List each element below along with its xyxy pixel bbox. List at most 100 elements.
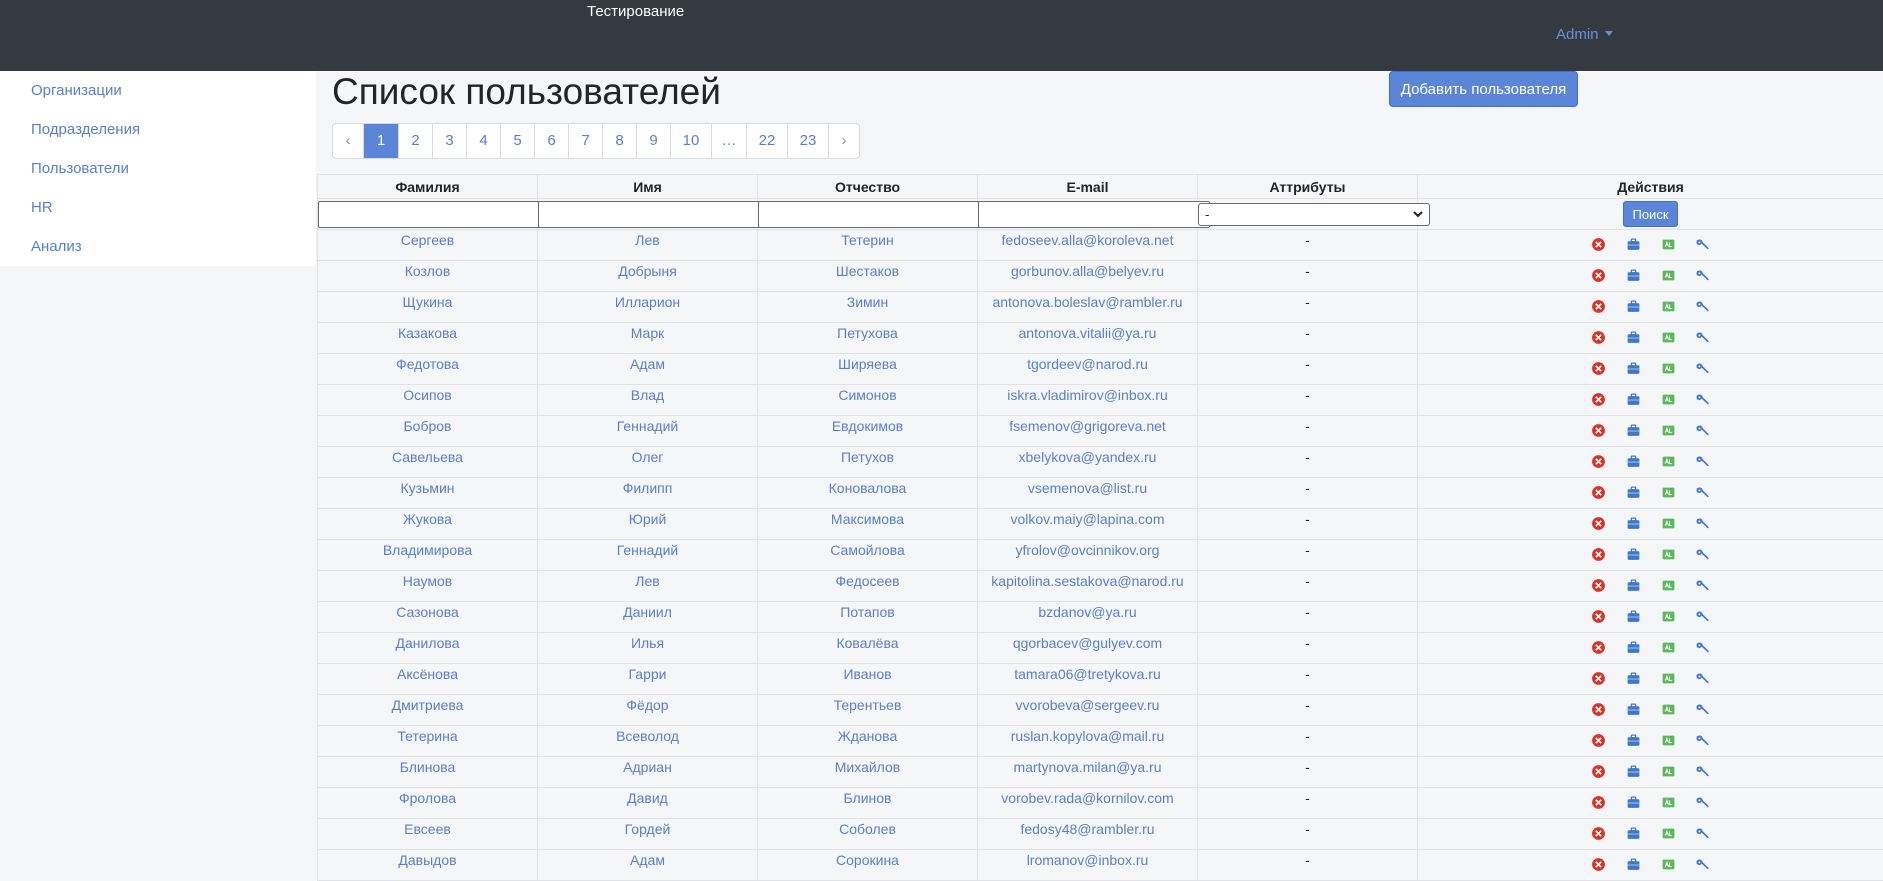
cell-last-name[interactable]: Савельева bbox=[318, 447, 538, 478]
wrench-icon[interactable] bbox=[1696, 454, 1711, 469]
cell-middle-name[interactable]: Ширяева bbox=[758, 354, 978, 385]
pagination-next[interactable]: › bbox=[828, 124, 859, 158]
briefcase-icon[interactable] bbox=[1626, 640, 1641, 655]
cell-last-name[interactable]: Блинова bbox=[318, 757, 538, 788]
cell-last-name[interactable]: Сергеев bbox=[318, 230, 538, 261]
cell-first-name[interactable]: Олег bbox=[538, 447, 758, 478]
cell-last-name[interactable]: Сазонова bbox=[318, 602, 538, 633]
wrench-icon[interactable] bbox=[1696, 237, 1711, 252]
document-icon[interactable] bbox=[1661, 485, 1676, 500]
cell-middle-name[interactable]: Максимова bbox=[758, 509, 978, 540]
cell-middle-name[interactable]: Евдокимов bbox=[758, 416, 978, 447]
cell-middle-name[interactable]: Петухова bbox=[758, 323, 978, 354]
cell-middle-name[interactable]: Потапов bbox=[758, 602, 978, 633]
cell-email[interactable]: fedoseev.alla@koroleva.net bbox=[978, 230, 1198, 261]
cell-first-name[interactable]: Адриан bbox=[538, 757, 758, 788]
page-link-7[interactable]: 7 bbox=[568, 124, 602, 158]
column-header-last-name[interactable]: Фамилия bbox=[318, 175, 538, 199]
page-link-3[interactable]: 3 bbox=[432, 124, 466, 158]
briefcase-icon[interactable] bbox=[1626, 609, 1641, 624]
wrench-icon[interactable] bbox=[1696, 423, 1711, 438]
delete-icon[interactable] bbox=[1591, 640, 1606, 655]
cell-middle-name[interactable]: Михайлов bbox=[758, 757, 978, 788]
wrench-icon[interactable] bbox=[1696, 299, 1711, 314]
cell-middle-name[interactable]: Коновалова bbox=[758, 478, 978, 509]
document-icon[interactable] bbox=[1661, 826, 1676, 841]
wrench-icon[interactable] bbox=[1696, 609, 1711, 624]
cell-email[interactable]: qgorbacev@gulyev.com bbox=[978, 633, 1198, 664]
cell-first-name[interactable]: Филипп bbox=[538, 478, 758, 509]
delete-icon[interactable] bbox=[1591, 764, 1606, 779]
delete-icon[interactable] bbox=[1591, 733, 1606, 748]
delete-icon[interactable] bbox=[1591, 702, 1606, 717]
first-name-filter-input[interactable] bbox=[538, 201, 770, 228]
column-header-middle-name[interactable]: Отчество bbox=[758, 175, 978, 199]
briefcase-icon[interactable] bbox=[1626, 733, 1641, 748]
cell-middle-name[interactable]: Ковалёва bbox=[758, 633, 978, 664]
briefcase-icon[interactable] bbox=[1626, 547, 1641, 562]
wrench-icon[interactable] bbox=[1696, 733, 1711, 748]
sidebar-item-departments[interactable]: Подразделения bbox=[31, 121, 140, 138]
delete-icon[interactable] bbox=[1591, 857, 1606, 872]
cell-email[interactable]: ruslan.kopylova@mail.ru bbox=[978, 726, 1198, 757]
document-icon[interactable] bbox=[1661, 733, 1676, 748]
page-link-9[interactable]: 9 bbox=[636, 124, 670, 158]
cell-middle-name[interactable]: Жданова bbox=[758, 726, 978, 757]
document-icon[interactable] bbox=[1661, 857, 1676, 872]
document-icon[interactable] bbox=[1661, 764, 1676, 779]
cell-last-name[interactable]: Аксёнова bbox=[318, 664, 538, 695]
cell-first-name[interactable]: Даниил bbox=[538, 602, 758, 633]
briefcase-icon[interactable] bbox=[1626, 330, 1641, 345]
wrench-icon[interactable] bbox=[1696, 516, 1711, 531]
wrench-icon[interactable] bbox=[1696, 361, 1711, 376]
briefcase-icon[interactable] bbox=[1626, 857, 1641, 872]
cell-last-name[interactable]: Давыдов bbox=[318, 850, 538, 881]
page-link-4[interactable]: 4 bbox=[466, 124, 500, 158]
cell-last-name[interactable]: Казакова bbox=[318, 323, 538, 354]
cell-first-name[interactable]: Адам bbox=[538, 354, 758, 385]
cell-email[interactable]: antonova.vitalii@ya.ru bbox=[978, 323, 1198, 354]
delete-icon[interactable] bbox=[1591, 361, 1606, 376]
cell-email[interactable]: volkov.maiy@lapina.com bbox=[978, 509, 1198, 540]
delete-icon[interactable] bbox=[1591, 392, 1606, 407]
wrench-icon[interactable] bbox=[1696, 702, 1711, 717]
document-icon[interactable] bbox=[1661, 671, 1676, 686]
document-icon[interactable] bbox=[1661, 702, 1676, 717]
page-link-10[interactable]: 10 bbox=[670, 124, 711, 158]
cell-email[interactable]: xbelykova@yandex.ru bbox=[978, 447, 1198, 478]
briefcase-icon[interactable] bbox=[1626, 361, 1641, 376]
cell-email[interactable]: fedosy48@rambler.ru bbox=[978, 819, 1198, 850]
document-icon[interactable] bbox=[1661, 299, 1676, 314]
delete-icon[interactable] bbox=[1591, 671, 1606, 686]
page-link-6[interactable]: 6 bbox=[534, 124, 568, 158]
delete-icon[interactable] bbox=[1591, 268, 1606, 283]
cell-last-name[interactable]: Осипов bbox=[318, 385, 538, 416]
cell-email[interactable]: tgordeev@narod.ru bbox=[978, 354, 1198, 385]
cell-last-name[interactable]: Щукина bbox=[318, 292, 538, 323]
cell-email[interactable]: martynova.milan@ya.ru bbox=[978, 757, 1198, 788]
cell-email[interactable]: lromanov@inbox.ru bbox=[978, 850, 1198, 881]
briefcase-icon[interactable] bbox=[1626, 237, 1641, 252]
cell-last-name[interactable]: Козлов bbox=[318, 261, 538, 292]
briefcase-icon[interactable] bbox=[1626, 423, 1641, 438]
cell-last-name[interactable]: Данилова bbox=[318, 633, 538, 664]
cell-email[interactable]: vsemenova@list.ru bbox=[978, 478, 1198, 509]
wrench-icon[interactable] bbox=[1696, 547, 1711, 562]
cell-last-name[interactable]: Федотова bbox=[318, 354, 538, 385]
cell-first-name[interactable]: Лев bbox=[538, 571, 758, 602]
cell-first-name[interactable]: Гарри bbox=[538, 664, 758, 695]
cell-middle-name[interactable]: Иванов bbox=[758, 664, 978, 695]
cell-first-name[interactable]: Фёдор bbox=[538, 695, 758, 726]
page-link-5[interactable]: 5 bbox=[500, 124, 534, 158]
cell-last-name[interactable]: Жукова bbox=[318, 509, 538, 540]
wrench-icon[interactable] bbox=[1696, 268, 1711, 283]
document-icon[interactable] bbox=[1661, 392, 1676, 407]
cell-middle-name[interactable]: Симонов bbox=[758, 385, 978, 416]
document-icon[interactable] bbox=[1661, 640, 1676, 655]
column-header-email[interactable]: E-mail bbox=[978, 175, 1198, 199]
delete-icon[interactable] bbox=[1591, 330, 1606, 345]
cell-last-name[interactable]: Тетерина bbox=[318, 726, 538, 757]
document-icon[interactable] bbox=[1661, 609, 1676, 624]
cell-first-name[interactable]: Гордей bbox=[538, 819, 758, 850]
wrench-icon[interactable] bbox=[1696, 578, 1711, 593]
